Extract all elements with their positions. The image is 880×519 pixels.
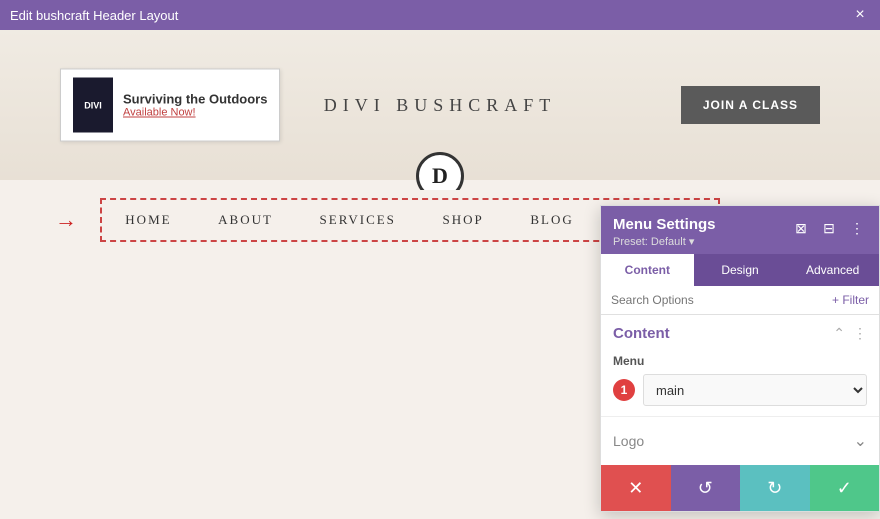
tab-content[interactable]: Content bbox=[601, 254, 694, 286]
panel-icons: ⊠ ⊟ ⋮ bbox=[791, 218, 867, 238]
topbar-title: Edit bushcraft Header Layout bbox=[10, 8, 178, 23]
site-title: DIVI BUSHCRAFT bbox=[324, 95, 557, 116]
panel-tabs: ContentDesignAdvanced bbox=[601, 254, 879, 286]
book-cover: DIVI bbox=[73, 78, 113, 133]
menu-badge: 1 bbox=[613, 379, 635, 401]
save-button[interactable]: ✓ bbox=[810, 465, 880, 511]
join-class-button[interactable]: JOIN A CLASS bbox=[681, 86, 820, 124]
cancel-button[interactable]: ✕ bbox=[601, 465, 671, 511]
close-icon[interactable]: × bbox=[850, 5, 870, 25]
tab-advanced[interactable]: Advanced bbox=[786, 254, 879, 286]
book-title: Surviving the Outdoors bbox=[123, 92, 267, 107]
top-bar: Edit bushcraft Header Layout × bbox=[0, 0, 880, 30]
nav-item-shop[interactable]: SHOP bbox=[428, 212, 499, 228]
panel-title: Menu Settings bbox=[613, 216, 716, 233]
menu-label: Menu bbox=[613, 354, 867, 368]
content-section-icons: ⌃ ⋮ bbox=[833, 325, 867, 342]
logo-chevron-icon: ⌄ bbox=[854, 431, 867, 451]
header-area: DIVI Surviving the Outdoors Available No… bbox=[0, 30, 880, 180]
content-section: Content ⌃ ⋮ Menu 1 main bbox=[601, 315, 879, 416]
nav-item-home[interactable]: HOME bbox=[110, 212, 186, 228]
menu-field-row: 1 main bbox=[613, 374, 867, 406]
book-promo: DIVI Surviving the Outdoors Available No… bbox=[60, 69, 280, 142]
logo-section-label: Logo bbox=[613, 433, 644, 449]
panel-maximize-icon[interactable]: ⊠ bbox=[791, 218, 811, 238]
content-section-title: Content bbox=[613, 325, 670, 342]
panel-title-group: Menu Settings Preset: Default ▾ bbox=[613, 216, 716, 248]
nav-item-about[interactable]: ABOUT bbox=[203, 212, 288, 228]
search-bar: + Filter bbox=[601, 286, 879, 315]
logo-section[interactable]: Logo ⌄ bbox=[601, 416, 879, 465]
panel-preset[interactable]: Preset: Default ▾ bbox=[613, 235, 716, 248]
bottom-actions: ✕ ↺ ↻ ✓ bbox=[601, 465, 879, 511]
nav-item-blog[interactable]: BLOG bbox=[515, 212, 588, 228]
panel-more-icon[interactable]: ⋮ bbox=[847, 218, 867, 238]
undo-button[interactable]: ↺ bbox=[671, 465, 741, 511]
menu-select[interactable]: main bbox=[643, 374, 867, 406]
nav-item-services[interactable]: SERVICES bbox=[305, 212, 411, 228]
collapse-icon[interactable]: ⌃ bbox=[833, 325, 845, 342]
redo-button[interactable]: ↻ bbox=[740, 465, 810, 511]
book-info: Surviving the Outdoors Available Now! bbox=[123, 92, 267, 119]
panel-minimize-icon[interactable]: ⊟ bbox=[819, 218, 839, 238]
section-more-icon[interactable]: ⋮ bbox=[853, 325, 867, 342]
book-subtitle[interactable]: Available Now! bbox=[123, 107, 267, 119]
content-section-header: Content ⌃ ⋮ bbox=[613, 325, 867, 342]
search-input[interactable] bbox=[611, 293, 832, 307]
arrow-icon: → bbox=[55, 207, 77, 233]
filter-button[interactable]: + Filter bbox=[832, 293, 869, 307]
tab-design[interactable]: Design bbox=[694, 254, 787, 286]
panel-header: Menu Settings Preset: Default ▾ ⊠ ⊟ ⋮ bbox=[601, 206, 879, 254]
settings-panel: Menu Settings Preset: Default ▾ ⊠ ⊟ ⋮ Co… bbox=[600, 205, 880, 512]
